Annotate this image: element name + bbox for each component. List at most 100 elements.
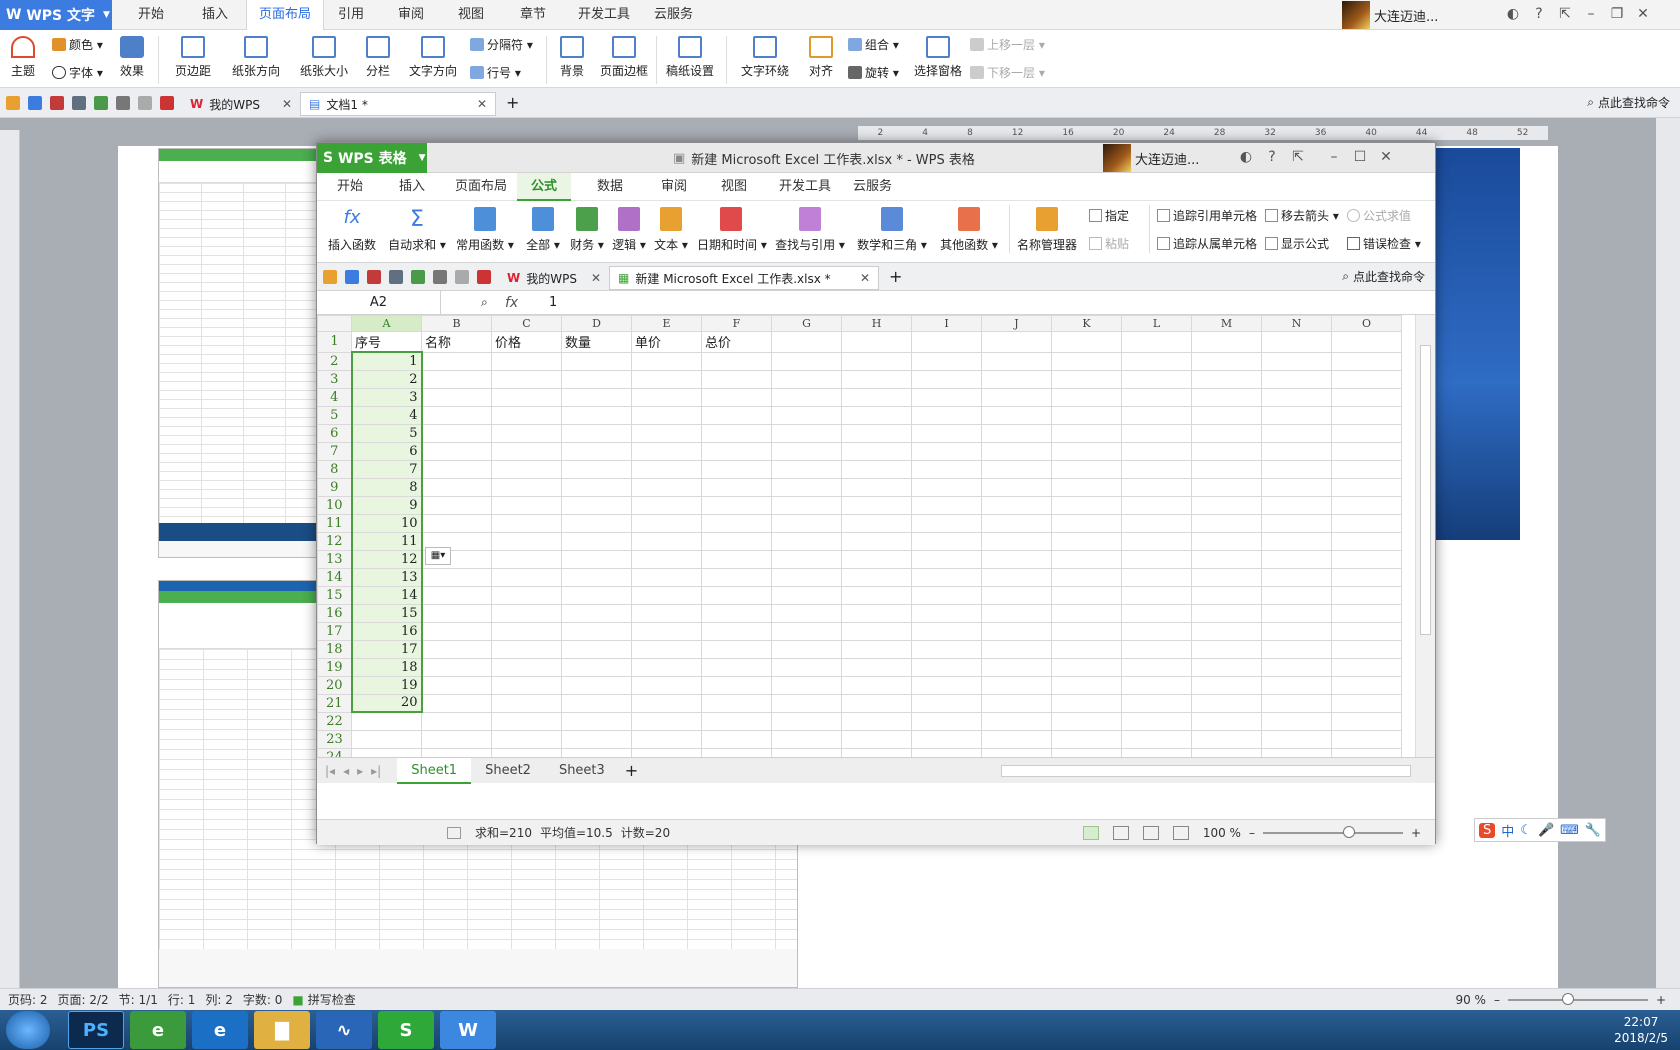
cell[interactable] — [701, 657, 772, 677]
text-functions-button[interactable]: 文本 ▾ — [651, 207, 691, 253]
prev-sheet-icon[interactable]: ◂ — [343, 764, 349, 778]
save-icon[interactable] — [28, 95, 42, 110]
evaluate-formula-button[interactable]: 公式求值 — [1347, 207, 1411, 224]
paste-name-button[interactable]: 粘贴 — [1089, 235, 1129, 252]
cell[interactable] — [1121, 585, 1192, 605]
cell[interactable] — [1261, 405, 1332, 425]
cell[interactable] — [1191, 549, 1262, 569]
cell[interactable] — [351, 747, 422, 757]
cell[interactable] — [771, 477, 842, 497]
cell[interactable] — [841, 459, 912, 479]
cell[interactable] — [1331, 567, 1402, 587]
cell[interactable] — [631, 459, 702, 479]
cell[interactable] — [1121, 675, 1192, 695]
cell[interactable] — [771, 675, 842, 695]
cell[interactable] — [1121, 531, 1192, 551]
macro-record-icon[interactable] — [447, 826, 461, 839]
cell[interactable] — [841, 567, 912, 587]
row-header[interactable]: 13 — [317, 549, 352, 569]
undo-icon[interactable] — [116, 95, 130, 110]
cell[interactable] — [491, 567, 562, 587]
cell[interactable] — [771, 711, 842, 731]
cell[interactable] — [561, 567, 632, 587]
cell[interactable] — [981, 351, 1052, 371]
cell[interactable]: 18 — [350, 657, 423, 677]
effects-button[interactable]: 效果 — [112, 36, 152, 79]
cell[interactable]: 14 — [350, 585, 423, 605]
cell[interactable] — [771, 639, 842, 659]
page-break-view-icon[interactable] — [1112, 825, 1129, 840]
cell[interactable] — [1191, 387, 1262, 407]
cell[interactable] — [1331, 369, 1402, 389]
cell[interactable] — [1331, 675, 1402, 695]
cell[interactable] — [1191, 423, 1262, 443]
cell[interactable] — [981, 405, 1052, 425]
cell[interactable] — [561, 693, 632, 713]
column-header[interactable]: M — [1191, 315, 1262, 332]
cell[interactable] — [561, 531, 632, 551]
cell[interactable]: 20 — [350, 693, 423, 713]
cell[interactable] — [1051, 405, 1122, 425]
cell[interactable] — [421, 693, 492, 713]
cell[interactable] — [1331, 657, 1402, 677]
cell[interactable] — [1261, 711, 1332, 731]
menu-data[interactable]: 数据 — [597, 173, 623, 201]
cell[interactable] — [491, 729, 562, 749]
cell[interactable] — [771, 693, 842, 713]
cell[interactable] — [911, 459, 982, 479]
zoom-out-icon[interactable]: – — [1494, 993, 1500, 1007]
cell[interactable] — [421, 675, 492, 695]
cell[interactable] — [911, 423, 982, 443]
cell[interactable] — [841, 621, 912, 641]
reading-mode-icon[interactable] — [1142, 825, 1159, 840]
open-icon[interactable] — [6, 95, 20, 110]
row-header[interactable]: 11 — [317, 513, 352, 533]
close-icon[interactable]: ✕ — [1373, 149, 1399, 165]
cell[interactable] — [491, 441, 562, 461]
cell[interactable] — [421, 477, 492, 497]
row-header[interactable]: 4 — [317, 387, 352, 407]
cell[interactable] — [1331, 531, 1402, 551]
spreadsheet-grid[interactable]: A B C D E F G H I J K L M N O 1 序号 名称 价格数 — [317, 315, 1415, 757]
cell[interactable] — [1261, 387, 1332, 407]
spreadsheet-app-menu[interactable]: S WPS 表格 ▼ — [317, 143, 427, 173]
cell[interactable] — [1191, 711, 1262, 731]
cell[interactable] — [1051, 657, 1122, 677]
cell[interactable] — [841, 603, 912, 623]
zoom-in-icon[interactable]: + — [1411, 826, 1421, 840]
customize-icon[interactable] — [160, 95, 174, 110]
cell[interactable]: 12 — [350, 549, 423, 569]
name-box[interactable]: A2 — [317, 291, 441, 315]
cell[interactable] — [421, 585, 492, 605]
cell[interactable] — [561, 675, 632, 695]
row-header[interactable]: 21 — [317, 693, 352, 713]
zoom-level[interactable]: 100 % — [1203, 826, 1241, 840]
cell[interactable] — [631, 477, 702, 497]
zoom-slider-handle[interactable] — [1561, 992, 1574, 1005]
cell[interactable] — [841, 549, 912, 569]
cell[interactable] — [1261, 603, 1332, 623]
row-header[interactable]: 7 — [317, 441, 352, 461]
cell[interactable] — [1261, 549, 1332, 569]
cell[interactable] — [1261, 621, 1332, 641]
cell[interactable] — [1051, 747, 1122, 757]
cell[interactable] — [1121, 441, 1192, 461]
select-all-corner[interactable] — [317, 315, 352, 332]
cell[interactable] — [491, 657, 562, 677]
paper-setting-button[interactable]: 稿纸设置 — [664, 36, 716, 79]
taskbar-clock[interactable]: 22:07 2018/2/5 — [1614, 1014, 1668, 1046]
colors-button[interactable]: 颜色 ▾ — [52, 36, 103, 53]
cell[interactable] — [771, 747, 842, 757]
cell[interactable] — [1261, 477, 1332, 497]
cell[interactable] — [421, 657, 492, 677]
spell-check-toggle[interactable]: 拼写检查 — [308, 991, 356, 1008]
cell[interactable]: 9 — [350, 495, 423, 515]
first-sheet-icon[interactable]: |◂ — [325, 764, 335, 778]
cell[interactable] — [1261, 331, 1332, 353]
cell[interactable]: 1 — [350, 351, 423, 371]
cell[interactable] — [561, 369, 632, 389]
bring-forward-button[interactable]: 上移一层 ▾ — [970, 36, 1045, 53]
cell[interactable] — [841, 351, 912, 371]
margins-button[interactable]: 页边距 — [166, 36, 220, 79]
cell[interactable] — [1191, 603, 1262, 623]
